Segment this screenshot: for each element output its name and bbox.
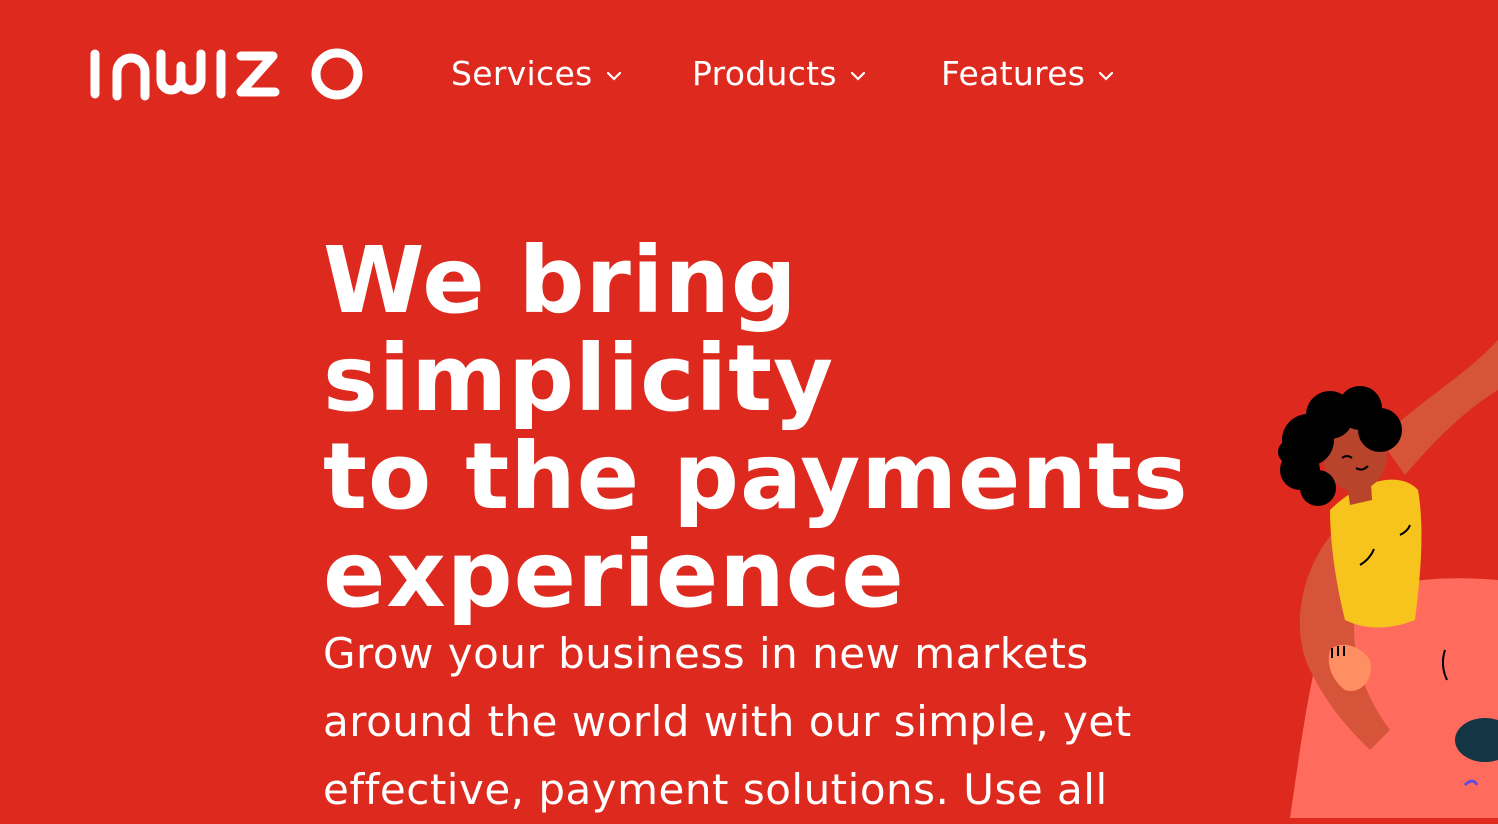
nav-services-label: Services bbox=[451, 54, 593, 93]
inwizo-logo[interactable] bbox=[89, 46, 391, 106]
headline-line: to the payments bbox=[323, 423, 1189, 530]
nav-services[interactable]: Services bbox=[451, 52, 623, 96]
nav-products-label: Products bbox=[692, 54, 837, 93]
logo-wordmark bbox=[90, 48, 363, 101]
chevron-down-icon bbox=[850, 71, 865, 81]
dancing-person-illustration bbox=[1260, 330, 1498, 818]
subtext-line: Grow your business in new markets bbox=[323, 629, 1089, 678]
headline-line: experience bbox=[323, 521, 905, 628]
subtext-line: around the world with our simple, yet bbox=[323, 697, 1132, 746]
chevron-down-icon bbox=[606, 71, 621, 81]
headline-line: We bring simplicity bbox=[323, 227, 835, 432]
chevron-down-icon bbox=[1099, 71, 1114, 81]
nav-features[interactable]: Features bbox=[941, 52, 1115, 96]
hero-subtext: Grow your business in new markets around… bbox=[323, 620, 1143, 824]
nav-features-label: Features bbox=[941, 54, 1086, 93]
hero-headline: We bring simplicity to the payments expe… bbox=[323, 232, 1273, 624]
subtext-line: effective, payment solutions. Use all bbox=[323, 765, 1108, 814]
nav-products[interactable]: Products bbox=[692, 52, 867, 96]
